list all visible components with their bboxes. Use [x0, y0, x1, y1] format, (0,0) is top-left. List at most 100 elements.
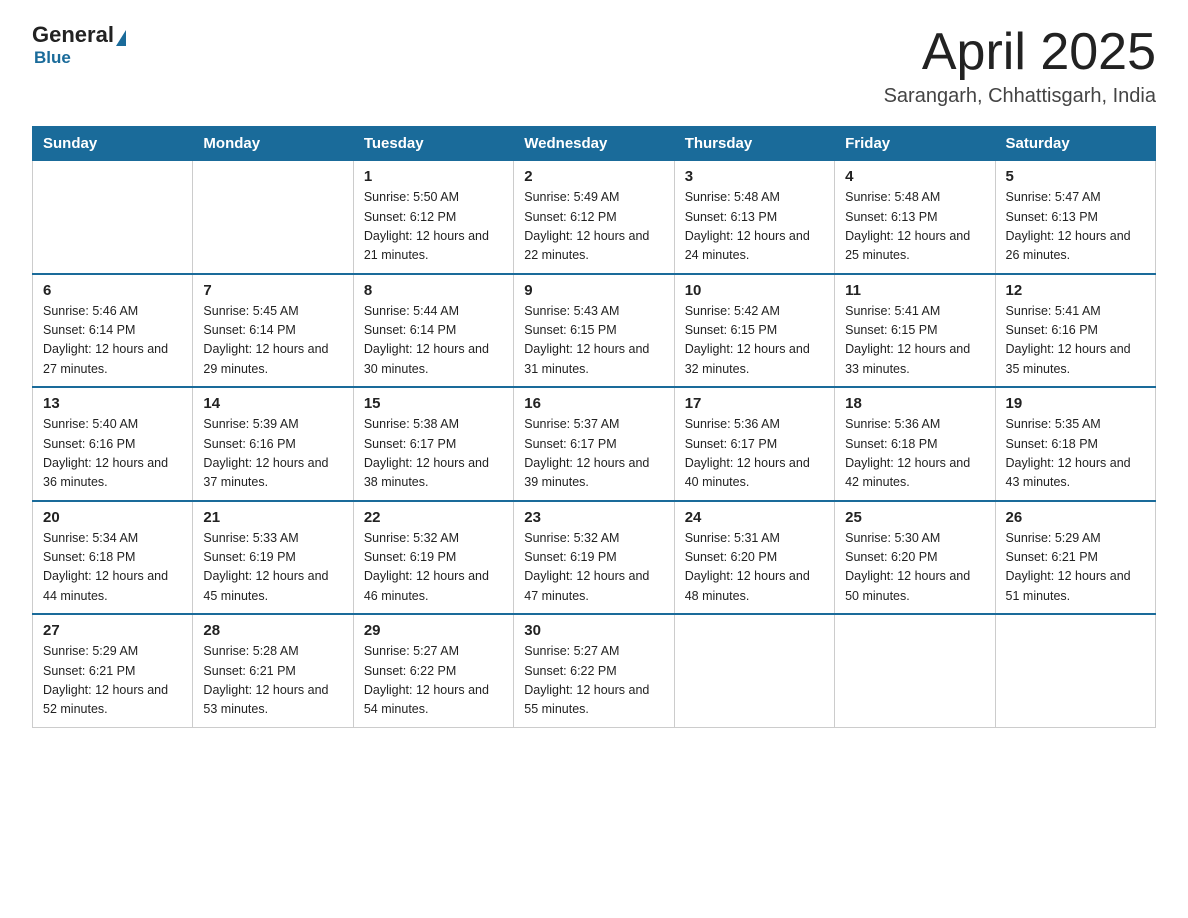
day-number: 7 [203, 282, 342, 299]
logo-general-text: General [32, 24, 114, 46]
day-number: 21 [203, 509, 342, 526]
day-info: Sunrise: 5:38 AMSunset: 6:17 PMDaylight:… [364, 415, 503, 493]
day-number: 8 [364, 282, 503, 299]
day-info: Sunrise: 5:27 AMSunset: 6:22 PMDaylight:… [364, 642, 503, 720]
location-text: Sarangarh, Chhattisgarh, India [884, 85, 1156, 108]
day-info: Sunrise: 5:48 AMSunset: 6:13 PMDaylight:… [685, 188, 824, 266]
day-info: Sunrise: 5:47 AMSunset: 6:13 PMDaylight:… [1006, 188, 1145, 266]
day-info: Sunrise: 5:41 AMSunset: 6:16 PMDaylight:… [1006, 302, 1145, 380]
day-info: Sunrise: 5:29 AMSunset: 6:21 PMDaylight:… [1006, 529, 1145, 607]
calendar-cell: 28 Sunrise: 5:28 AMSunset: 6:21 PMDayligh… [193, 614, 353, 727]
day-number: 17 [685, 395, 824, 412]
day-number: 20 [43, 509, 182, 526]
calendar-cell: 30Sunrise: 5:27 AMSunset: 6:22 PMDayligh… [514, 614, 674, 727]
weekday-header-wednesday: Wednesday [514, 127, 674, 161]
day-number: 6 [43, 282, 182, 299]
logo-triangle-icon [116, 30, 126, 46]
calendar-cell: 2Sunrise: 5:49 AMSunset: 6:12 PMDaylight… [514, 161, 674, 274]
day-info: Sunrise: 5:45 AMSunset: 6:14 PMDaylight:… [203, 302, 342, 380]
calendar-week-5: 27 Sunrise: 5:29 AMSunset: 6:21 PMDayligh… [33, 614, 1156, 727]
day-info: Sunrise: 5:28 AMSunset: 6:21 PMDaylight:… [203, 642, 342, 720]
calendar-cell: 9 Sunrise: 5:43 AMSunset: 6:15 PMDaylight… [514, 274, 674, 388]
weekday-header-tuesday: Tuesday [353, 127, 513, 161]
day-info: Sunrise: 5:32 AMSunset: 6:19 PMDaylight:… [524, 529, 663, 607]
day-number: 4 [845, 168, 984, 185]
calendar-cell: 11Sunrise: 5:41 AMSunset: 6:15 PMDayligh… [835, 274, 995, 388]
day-info: Sunrise: 5:44 AMSunset: 6:14 PMDaylight:… [364, 302, 503, 380]
calendar-cell: 1 Sunrise: 5:50 AMSunset: 6:12 PMDaylight… [353, 161, 513, 274]
day-number: 11 [845, 282, 984, 299]
calendar-cell: 25 Sunrise: 5:30 AMSunset: 6:20 PMDayligh… [835, 501, 995, 615]
logo: General Blue [32, 24, 128, 68]
calendar-table: SundayMondayTuesdayWednesdayThursdayFrid… [32, 126, 1156, 728]
calendar-week-3: 13 Sunrise: 5:40 AMSunset: 6:16 PMDayligh… [33, 387, 1156, 501]
day-number: 2 [524, 168, 663, 185]
day-number: 28 [203, 622, 342, 639]
day-number: 1 [364, 168, 503, 185]
day-info: Sunrise: 5:35 AMSunset: 6:18 PMDaylight:… [1006, 415, 1145, 493]
calendar-header: SundayMondayTuesdayWednesdayThursdayFrid… [33, 127, 1156, 161]
day-info: Sunrise: 5:30 AMSunset: 6:20 PMDaylight:… [845, 529, 984, 607]
calendar-cell: 3Sunrise: 5:48 AMSunset: 6:13 PMDaylight… [674, 161, 834, 274]
day-info: Sunrise: 5:48 AMSunset: 6:13 PMDaylight:… [845, 188, 984, 266]
calendar-cell: 29Sunrise: 5:27 AMSunset: 6:22 PMDayligh… [353, 614, 513, 727]
calendar-cell: 26 Sunrise: 5:29 AMSunset: 6:21 PMDayligh… [995, 501, 1155, 615]
calendar-cell: 12Sunrise: 5:41 AMSunset: 6:16 PMDayligh… [995, 274, 1155, 388]
calendar-cell: 20Sunrise: 5:34 AMSunset: 6:18 PMDayligh… [33, 501, 193, 615]
day-number: 14 [203, 395, 342, 412]
logo-blue-text: Blue [34, 48, 71, 68]
month-title: April 2025 [884, 24, 1156, 81]
calendar-cell: 15 Sunrise: 5:38 AMSunset: 6:17 PMDayligh… [353, 387, 513, 501]
calendar-cell: 7 Sunrise: 5:45 AMSunset: 6:14 PMDaylight… [193, 274, 353, 388]
calendar-cell: 17Sunrise: 5:36 AMSunset: 6:17 PMDayligh… [674, 387, 834, 501]
calendar-cell: 13 Sunrise: 5:40 AMSunset: 6:16 PMDayligh… [33, 387, 193, 501]
day-number: 9 [524, 282, 663, 299]
day-info: Sunrise: 5:37 AMSunset: 6:17 PMDaylight:… [524, 415, 663, 493]
day-number: 18 [845, 395, 984, 412]
day-info: Sunrise: 5:31 AMSunset: 6:20 PMDaylight:… [685, 529, 824, 607]
day-number: 5 [1006, 168, 1145, 185]
calendar-cell [674, 614, 834, 727]
calendar-week-4: 20Sunrise: 5:34 AMSunset: 6:18 PMDayligh… [33, 501, 1156, 615]
calendar-cell: 24Sunrise: 5:31 AMSunset: 6:20 PMDayligh… [674, 501, 834, 615]
calendar-cell: 27 Sunrise: 5:29 AMSunset: 6:21 PMDayligh… [33, 614, 193, 727]
day-number: 13 [43, 395, 182, 412]
calendar-cell [33, 161, 193, 274]
calendar-cell: 21 Sunrise: 5:33 AMSunset: 6:19 PMDayligh… [193, 501, 353, 615]
weekday-row: SundayMondayTuesdayWednesdayThursdayFrid… [33, 127, 1156, 161]
day-number: 23 [524, 509, 663, 526]
day-info: Sunrise: 5:39 AMSunset: 6:16 PMDaylight:… [203, 415, 342, 493]
day-info: Sunrise: 5:36 AMSunset: 6:18 PMDaylight:… [845, 415, 984, 493]
calendar-cell: 18 Sunrise: 5:36 AMSunset: 6:18 PMDayligh… [835, 387, 995, 501]
calendar-cell: 5 Sunrise: 5:47 AMSunset: 6:13 PMDaylight… [995, 161, 1155, 274]
day-number: 16 [524, 395, 663, 412]
day-info: Sunrise: 5:50 AMSunset: 6:12 PMDaylight:… [364, 188, 503, 266]
day-number: 15 [364, 395, 503, 412]
day-info: Sunrise: 5:40 AMSunset: 6:16 PMDaylight:… [43, 415, 182, 493]
calendar-cell: 14 Sunrise: 5:39 AMSunset: 6:16 PMDayligh… [193, 387, 353, 501]
day-number: 22 [364, 509, 503, 526]
day-info: Sunrise: 5:29 AMSunset: 6:21 PMDaylight:… [43, 642, 182, 720]
day-number: 26 [1006, 509, 1145, 526]
calendar-cell: 10 Sunrise: 5:42 AMSunset: 6:15 PMDayligh… [674, 274, 834, 388]
calendar-cell: 23 Sunrise: 5:32 AMSunset: 6:19 PMDayligh… [514, 501, 674, 615]
weekday-header-sunday: Sunday [33, 127, 193, 161]
day-number: 27 [43, 622, 182, 639]
calendar-week-2: 6Sunrise: 5:46 AMSunset: 6:14 PMDaylight… [33, 274, 1156, 388]
calendar-cell: 22 Sunrise: 5:32 AMSunset: 6:19 PMDayligh… [353, 501, 513, 615]
calendar-cell: 4 Sunrise: 5:48 AMSunset: 6:13 PMDaylight… [835, 161, 995, 274]
day-number: 25 [845, 509, 984, 526]
title-block: April 2025 Sarangarh, Chhattisgarh, Indi… [884, 24, 1156, 108]
calendar-week-1: 1 Sunrise: 5:50 AMSunset: 6:12 PMDaylight… [33, 161, 1156, 274]
day-info: Sunrise: 5:32 AMSunset: 6:19 PMDaylight:… [364, 529, 503, 607]
calendar-cell: 8 Sunrise: 5:44 AMSunset: 6:14 PMDaylight… [353, 274, 513, 388]
day-number: 10 [685, 282, 824, 299]
day-info: Sunrise: 5:43 AMSunset: 6:15 PMDaylight:… [524, 302, 663, 380]
calendar-cell: 16 Sunrise: 5:37 AMSunset: 6:17 PMDayligh… [514, 387, 674, 501]
calendar-body: 1 Sunrise: 5:50 AMSunset: 6:12 PMDaylight… [33, 161, 1156, 728]
day-number: 19 [1006, 395, 1145, 412]
day-info: Sunrise: 5:33 AMSunset: 6:19 PMDaylight:… [203, 529, 342, 607]
weekday-header-monday: Monday [193, 127, 353, 161]
day-info: Sunrise: 5:42 AMSunset: 6:15 PMDaylight:… [685, 302, 824, 380]
day-number: 30 [524, 622, 663, 639]
